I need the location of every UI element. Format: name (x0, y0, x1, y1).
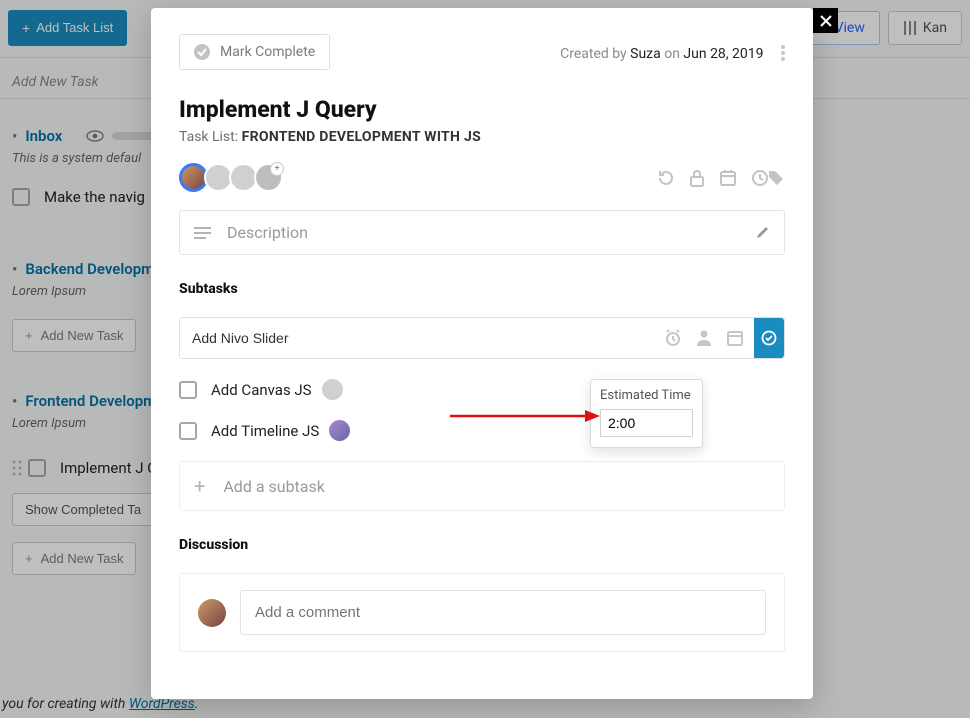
avatar[interactable] (329, 420, 350, 441)
task-list-name: FRONTEND DEVELOPMENT WITH JS (242, 129, 481, 145)
check-circle-icon (194, 44, 210, 60)
user-icon[interactable] (696, 329, 712, 347)
add-subtask-button[interactable]: + Add a subtask (179, 461, 785, 511)
refresh-icon[interactable] (657, 169, 675, 187)
created-date: Jun 28, 2019 (683, 46, 763, 62)
description-input[interactable]: Description (179, 210, 785, 255)
discussion-heading: Discussion (179, 537, 785, 553)
estimated-time-popover: Estimated Time (590, 379, 703, 448)
tag-icon[interactable] (767, 169, 785, 187)
plus-icon: + (194, 474, 205, 498)
discussion-box (179, 573, 785, 652)
subtasks-heading: Subtasks (179, 281, 785, 297)
annotation-arrow-icon (450, 406, 600, 426)
close-icon (820, 15, 832, 27)
subtask-label: Add Timeline JS (211, 422, 319, 440)
calendar-icon[interactable] (719, 169, 737, 187)
task-list-label: Task List: (179, 129, 242, 145)
lock-icon[interactable] (689, 169, 705, 187)
avatar[interactable] (322, 379, 343, 400)
created-by: Created by Suza on Jun 28, 2019 (560, 46, 767, 62)
mark-complete-button[interactable]: Mark Complete (179, 34, 330, 70)
calendar-icon[interactable] (726, 329, 744, 347)
avatar (198, 599, 226, 627)
alarm-icon[interactable] (664, 329, 682, 347)
check-icon (761, 330, 777, 346)
more-menu-icon[interactable] (781, 45, 785, 61)
mark-complete-label: Mark Complete (220, 44, 315, 60)
comment-input[interactable] (240, 590, 766, 635)
text-icon (194, 227, 211, 239)
close-button[interactable] (813, 8, 838, 33)
add-assignee-button[interactable] (254, 163, 283, 192)
subtask-label: Add Canvas JS (211, 381, 312, 399)
task-list-line: Task List: FRONTEND DEVELOPMENT WITH JS (179, 129, 785, 145)
estimated-time-input[interactable] (600, 409, 693, 437)
pencil-icon[interactable] (755, 225, 770, 240)
description-placeholder: Description (227, 223, 308, 242)
estimated-time-label: Estimated Time (600, 388, 693, 403)
checkbox-icon[interactable] (179, 381, 197, 399)
checkbox-icon[interactable] (179, 422, 197, 440)
task-modal: Mark Complete Created by Suza on Jun 28,… (151, 8, 813, 699)
created-by-user: Suza (630, 46, 661, 62)
created-on: on (661, 46, 684, 62)
submit-subtask-button[interactable] (754, 318, 784, 358)
assignee-avatars[interactable] (179, 163, 283, 192)
task-title: Implement J Query (179, 96, 785, 123)
created-by-prefix: Created by (560, 46, 630, 62)
subtask-input[interactable] (180, 318, 654, 358)
subtask-input-row (179, 317, 785, 359)
add-subtask-label: Add a subtask (223, 477, 325, 496)
